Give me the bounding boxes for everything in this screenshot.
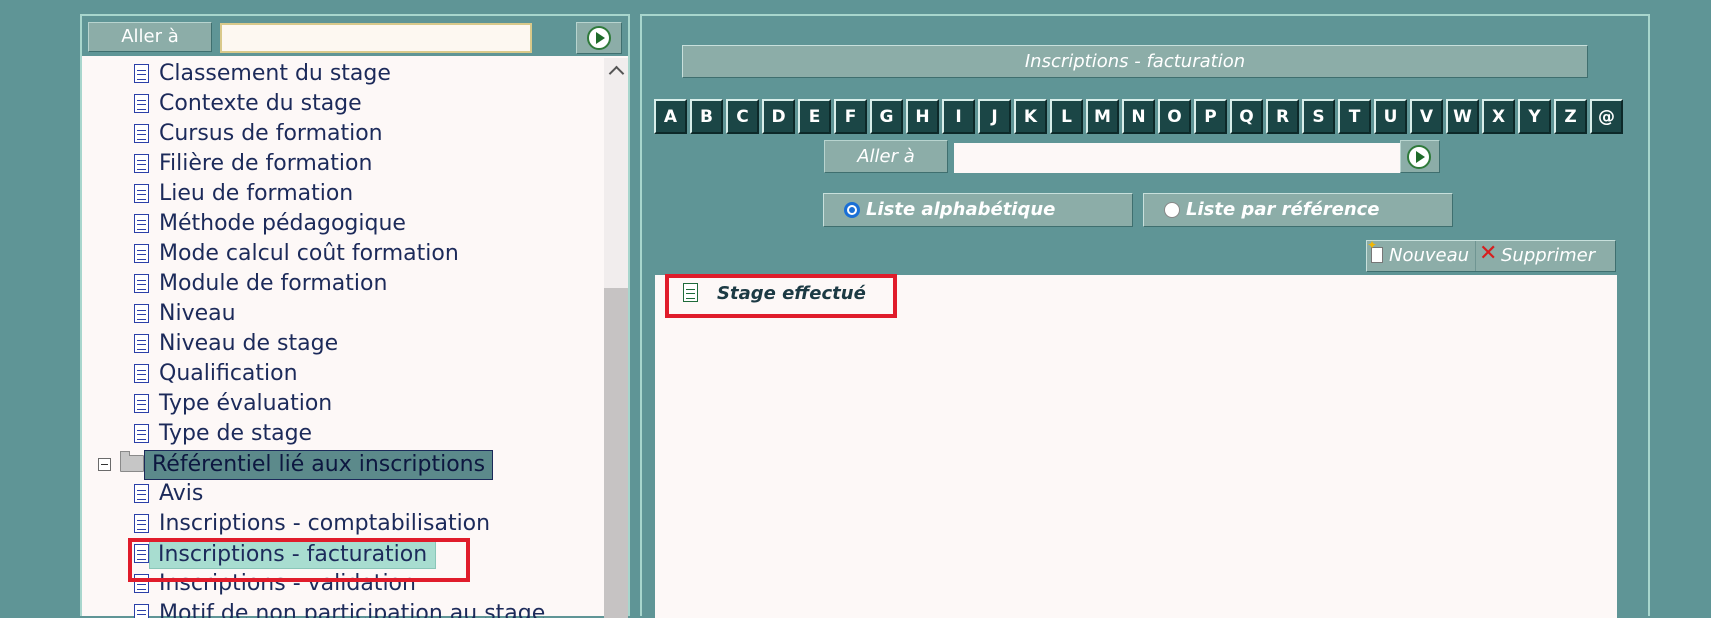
alpha-button-l[interactable]: L xyxy=(1050,99,1083,134)
radio-alphabetical-label: Liste alphabétique xyxy=(866,199,1056,220)
alpha-button-y[interactable]: Y xyxy=(1518,99,1551,134)
document-icon xyxy=(134,514,149,533)
document-icon xyxy=(134,394,149,413)
alpha-button-h[interactable]: H xyxy=(906,99,939,134)
document-icon xyxy=(134,124,149,143)
alpha-button-n[interactable]: N xyxy=(1122,99,1155,134)
alpha-button-o[interactable]: O xyxy=(1158,99,1191,134)
tree-item-label: Inscriptions - comptabilisation xyxy=(159,511,491,536)
radio-reference-label: Liste par référence xyxy=(1186,199,1380,220)
tree-item-label: Classement du stage xyxy=(159,61,391,86)
tree-item-label: Mode calcul coût formation xyxy=(159,241,459,266)
toolbar: Nouveau ✕ Supprimer xyxy=(1366,239,1616,272)
document-icon xyxy=(134,154,149,173)
document-icon xyxy=(134,484,149,503)
alpha-button-u[interactable]: U xyxy=(1374,99,1407,134)
new-document-icon xyxy=(1367,239,1383,263)
radio-alphabetical[interactable]: Liste alphabétique xyxy=(823,193,1133,227)
page-title: Inscriptions - facturation xyxy=(682,45,1588,78)
alpha-button-f[interactable]: F xyxy=(834,99,867,134)
alpha-button-w[interactable]: W xyxy=(1446,99,1479,134)
alpha-button-a[interactable]: A xyxy=(654,99,687,134)
alpha-button-s[interactable]: S xyxy=(1302,99,1335,134)
alpha-button-at[interactable]: @ xyxy=(1590,99,1623,134)
document-icon xyxy=(134,214,149,233)
alpha-button-r[interactable]: R xyxy=(1266,99,1299,134)
alpha-button-c[interactable]: C xyxy=(726,99,759,134)
toolbar-divider xyxy=(1475,241,1476,271)
radio-unchecked-icon[interactable] xyxy=(1164,202,1180,218)
left-goto-label: Aller à xyxy=(88,22,212,52)
scroll-up-icon[interactable] xyxy=(604,58,628,84)
document-icon xyxy=(683,283,698,302)
delete-icon: ✕ xyxy=(1479,241,1498,266)
document-icon xyxy=(134,334,149,353)
list-item-label: Stage effectué xyxy=(717,283,866,304)
tree-item-label: Niveau de stage xyxy=(159,331,339,356)
document-icon xyxy=(134,184,149,203)
alpha-button-z[interactable]: Z xyxy=(1554,99,1587,134)
tree-item-label: Motif de non participation au stage xyxy=(159,601,546,618)
alpha-button-j[interactable]: J xyxy=(978,99,1011,134)
tree-item-label: Type de stage xyxy=(159,421,313,446)
results-list: Stage effectué xyxy=(655,274,1617,618)
right-goto-input[interactable] xyxy=(954,143,1402,173)
tree-view: Classement du stage Contexte du stage Cu… xyxy=(82,58,602,618)
tree-item-label: Type évaluation xyxy=(159,391,333,416)
alpha-button-q[interactable]: Q xyxy=(1230,99,1263,134)
go-arrow-icon xyxy=(587,26,611,50)
alpha-button-b[interactable]: B xyxy=(690,99,723,134)
document-icon xyxy=(134,574,149,593)
tree-item-label: Module de formation xyxy=(159,271,388,296)
tree-scrollbar[interactable] xyxy=(604,58,628,618)
right-go-button[interactable] xyxy=(1400,140,1440,173)
tree-item-label: Cursus de formation xyxy=(159,121,383,146)
right-goto-label: Aller à xyxy=(824,140,948,173)
folder-icon xyxy=(120,451,144,472)
document-icon xyxy=(134,94,149,113)
document-icon xyxy=(134,304,149,323)
alpha-button-t[interactable]: T xyxy=(1338,99,1371,134)
alpha-button-x[interactable]: X xyxy=(1482,99,1515,134)
collapse-icon[interactable] xyxy=(98,458,111,471)
alpha-button-m[interactable]: M xyxy=(1086,99,1119,134)
radio-reference[interactable]: Liste par référence xyxy=(1143,193,1453,227)
alpha-button-g[interactable]: G xyxy=(870,99,903,134)
alpha-button-k[interactable]: K xyxy=(1014,99,1047,134)
tree-item-label: Filière de formation xyxy=(159,151,373,176)
new-button[interactable]: Nouveau xyxy=(1367,239,1475,271)
document-icon xyxy=(134,64,149,83)
left-goto-input[interactable] xyxy=(220,23,532,53)
tree-item-label: Avis xyxy=(159,481,204,506)
delete-button[interactable]: ✕ Supprimer xyxy=(1477,241,1613,271)
document-icon xyxy=(134,424,149,443)
alpha-button-i[interactable]: I xyxy=(942,99,975,134)
tree-item-label: Niveau xyxy=(159,301,236,326)
alpha-button-p[interactable]: P xyxy=(1194,99,1227,134)
document-icon xyxy=(134,274,149,293)
delete-button-label: Supprimer xyxy=(1501,245,1596,266)
tree-folder[interactable]: Référentiel lié aux inscriptions xyxy=(82,449,602,480)
document-icon xyxy=(134,544,149,563)
tree-item-label: Lieu de formation xyxy=(159,181,354,206)
scroll-thumb[interactable] xyxy=(604,288,628,618)
tree-folder-label: Référentiel lié aux inscriptions xyxy=(144,450,494,480)
left-go-button[interactable] xyxy=(576,22,622,54)
new-button-label: Nouveau xyxy=(1389,245,1470,266)
go-arrow-icon xyxy=(1407,145,1431,169)
tree-item-label: Méthode pédagogique xyxy=(159,211,406,236)
radio-checked-icon[interactable] xyxy=(844,202,860,218)
tree-item-label: Contexte du stage xyxy=(159,91,362,116)
tree-item-label: Inscriptions - facturation xyxy=(149,540,437,569)
tree-item-label: Inscriptions - validation xyxy=(159,571,416,596)
alpha-button-v[interactable]: V xyxy=(1410,99,1443,134)
document-icon xyxy=(134,364,149,383)
navigation-panel: Aller à Classement du stage Contexte du … xyxy=(80,14,630,618)
tree-item-label: Qualification xyxy=(159,361,298,386)
alpha-button-d[interactable]: D xyxy=(762,99,795,134)
left-goto-bar: Aller à xyxy=(82,16,628,56)
content-panel: Inscriptions - facturation A B C D E F G… xyxy=(640,14,1650,618)
alpha-button-e[interactable]: E xyxy=(798,99,831,134)
document-icon xyxy=(134,244,149,263)
